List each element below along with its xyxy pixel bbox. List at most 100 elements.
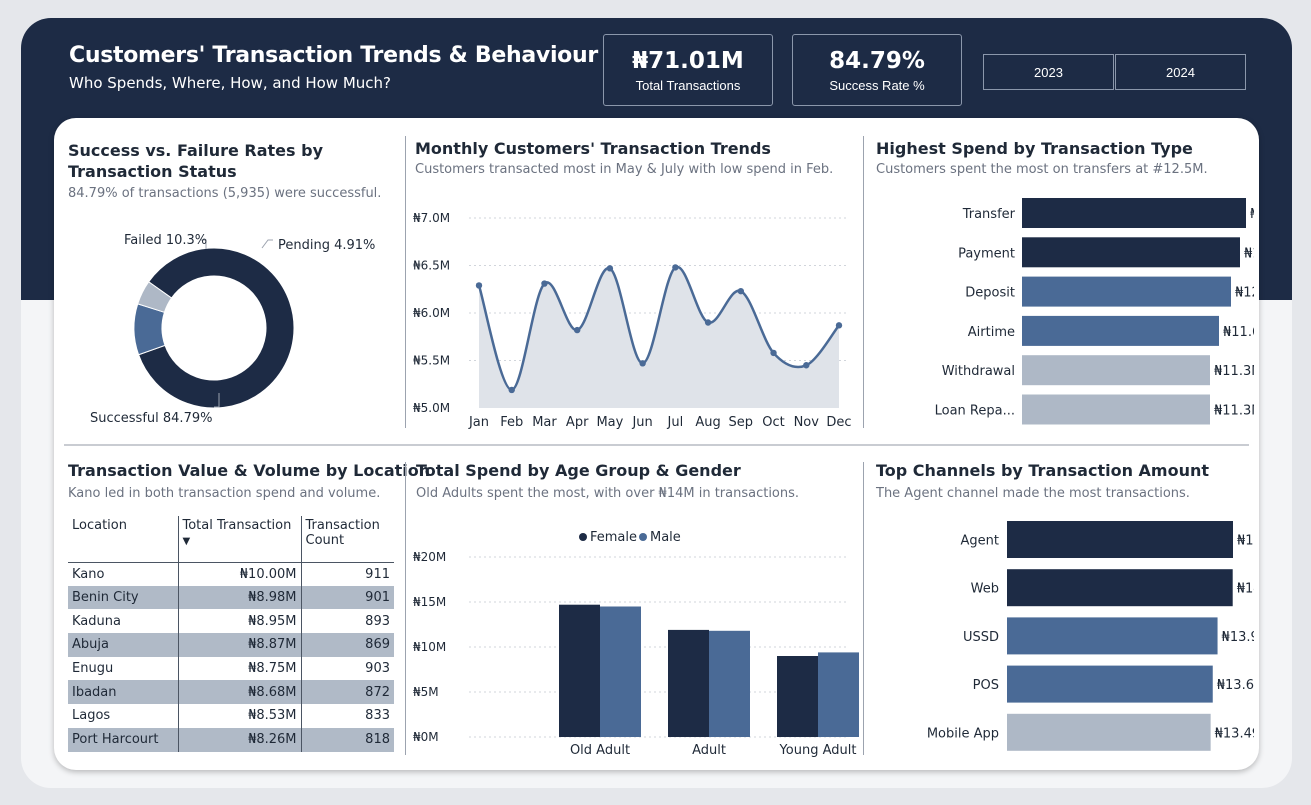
bar-agent (1007, 521, 1233, 558)
cell-total-transaction: ₦10.00M (177, 562, 301, 586)
bar-value-label: ₦12.3M (1244, 246, 1254, 261)
bar-pos (1007, 665, 1213, 703)
bar-airtime (1022, 315, 1219, 346)
cell-location: Lagos (72, 708, 111, 724)
divider (405, 136, 406, 428)
panel-subtitle-type: Customers spent the most on transfers at… (876, 162, 1208, 177)
data-point-oct (770, 349, 777, 357)
x-tick-label: Adult (692, 743, 726, 758)
location-table: Location Total Transaction ▼ Transaction… (68, 516, 394, 752)
table-row[interactable]: Enugu ₦8.75M 903 (68, 656, 394, 681)
cell-location: Abuja (68, 633, 178, 657)
y-tick-label: ₦5M (413, 685, 439, 699)
panel-title-status: Success vs. Failure Rates by Transaction… (68, 141, 324, 181)
cell-location: Benin City (68, 585, 178, 610)
bar-transfer (1022, 198, 1246, 228)
table-row[interactable]: Port Harcourt ₦8.26M 818 (68, 727, 394, 752)
cell-location: Kano (72, 566, 105, 582)
bar-value-label: ₦12.0M (1235, 286, 1254, 301)
panel-subtitle-status: 84.79% of transactions (5,935) were succ… (68, 186, 382, 201)
channel-chart: Agent ₦14.98M Web ₦14.96M USSD ₦13.95M POS ₦13.… (927, 521, 1254, 751)
dashboard-title: Customers' Transaction Trends & Behaviou… (69, 43, 598, 68)
dashboard-frame: Customers' Transaction Trends & Behaviou… (21, 18, 1292, 788)
table-row[interactable]: Kaduna ₦8.95M 893 (68, 609, 394, 634)
x-tick-label: May (596, 415, 623, 430)
table-row[interactable]: Kano ₦10.00M 911 (68, 562, 394, 586)
table-row[interactable]: Lagos ₦8.53M 833 (68, 704, 394, 728)
y-tick-label: ₦0M (413, 730, 439, 744)
table-row[interactable]: Abuja ₦8.87M 869 (68, 633, 394, 657)
bar-value-label: ₦13.49M (1215, 726, 1254, 741)
bar-category-label: POS (973, 678, 999, 693)
cell-transaction-count: 872 (300, 680, 394, 705)
column-header-transaction-count[interactable]: Transaction Count (300, 516, 394, 563)
x-tick-label: Young Adult (779, 743, 857, 758)
bar-category-label: Agent (961, 534, 999, 549)
transaction-type-chart: Transfer ₦12.5M Payment ₦12.3M Deposit ₦12.0M… (935, 198, 1254, 425)
x-tick-label: Apr (566, 415, 589, 430)
x-tick-label: Old Adult (570, 743, 630, 758)
bar-old-adult-male (600, 606, 641, 737)
bar-category-label: Airtime (968, 325, 1015, 340)
cell-total-transaction: ₦8.98M (177, 585, 301, 610)
table-row[interactable]: Benin City ₦8.98M 901 (68, 585, 394, 610)
column-header-label: Total Transaction (182, 518, 292, 533)
bar-deposit (1022, 276, 1231, 307)
cell-transaction-count: 833 (300, 704, 394, 728)
y-tick-label: ₦6.5M (413, 259, 450, 273)
bar-category-label: Withdrawal (942, 364, 1015, 379)
panel-subtitle-channel: The Agent channel made the most transact… (876, 486, 1190, 501)
divider (405, 462, 406, 755)
content-card: Success vs. Failure Rates by Transaction… (54, 118, 1259, 770)
bar-value-label: ₦11.6M (1223, 325, 1254, 340)
sort-down-icon[interactable]: ▼ (183, 536, 191, 547)
bar-loan-repa (1022, 394, 1210, 425)
kpi-value: ₦71.01M (632, 48, 744, 74)
column-header-total-transaction[interactable]: Total Transaction ▼ (177, 516, 301, 563)
slice-label-failed: Failed 10.3% (124, 233, 207, 248)
cell-total-transaction: ₦8.68M (177, 680, 301, 705)
y-tick-label: ₦20M (413, 550, 446, 564)
dashboard-subtitle: Who Spends, Where, How, and How Much? (69, 74, 392, 92)
y-tick-label: ₦5.5M (413, 354, 450, 368)
data-point-mar (541, 280, 548, 287)
cell-location: Kaduna (72, 613, 121, 629)
data-point-may (606, 265, 614, 272)
bar-category-label: Mobile App (927, 726, 999, 741)
bar-young-adult-male (818, 652, 859, 737)
panel-title-type: Highest Spend by Transaction Type (876, 139, 1193, 158)
bar-withdrawal (1022, 355, 1210, 386)
y-tick-label: ₦5.0M (413, 401, 450, 415)
bar-value-label: ₦13.95M (1222, 630, 1254, 645)
bar-mobile-app (1007, 713, 1211, 751)
table-row[interactable]: Ibadan ₦8.68M 872 (68, 680, 394, 705)
slice-label-pending: Pending 4.91% (278, 238, 375, 253)
x-tick-label: Oct (762, 415, 784, 430)
age-gender-chart: ₦0M ₦5M ₦10M ₦15M ₦20M Female Male Old Adult Adu… (413, 530, 859, 758)
y-tick-label: ₦6.0M (413, 306, 450, 320)
bar-ussd (1007, 617, 1218, 655)
panel-title-age: Total Spend by Age Group & Gender (416, 461, 741, 480)
x-tick-label: Jun (631, 415, 652, 430)
panel-title-channel: Top Channels by Transaction Amount (876, 461, 1209, 480)
column-header-location[interactable]: Location (68, 516, 178, 563)
year-filter-2023[interactable]: 2023 (983, 54, 1114, 90)
data-point-apr (573, 326, 581, 334)
table-header-row: Location Total Transaction ▼ Transaction… (68, 516, 394, 563)
cell-location: Enugu (72, 661, 114, 677)
cell-transaction-count: 818 (300, 727, 394, 752)
cell-transaction-count: 893 (300, 609, 394, 634)
x-tick-label: Sep (729, 415, 754, 430)
legend-label-female: Female (590, 530, 637, 545)
data-point-dec (835, 322, 843, 329)
bar-category-label: Payment (958, 246, 1015, 261)
area-fill (479, 266, 839, 408)
cell-transaction-count: 911 (300, 562, 394, 586)
slice-label-successful: Successful 84.79% (90, 411, 212, 426)
bar-adult-male (709, 630, 750, 737)
bar-payment (1022, 237, 1240, 268)
year-filter-2024[interactable]: 2024 (1115, 54, 1246, 90)
cell-location: Port Harcourt (68, 727, 178, 752)
kpi-total-transactions: ₦71.01M Total Transactions (603, 34, 773, 106)
bar-web (1007, 569, 1233, 607)
